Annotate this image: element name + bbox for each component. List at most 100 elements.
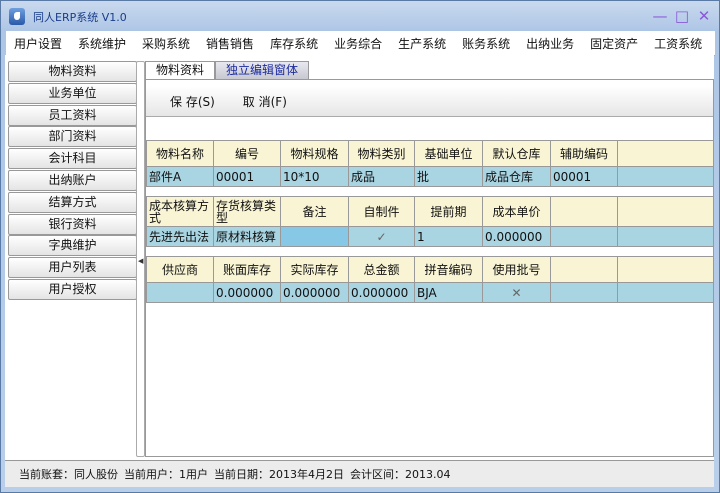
- category-field[interactable]: 成品: [348, 166, 415, 187]
- menu-production[interactable]: 生产系统: [390, 35, 454, 52]
- table-header-row: 供应商 账面库存 实际库存 总金额 拼音编码 使用批号: [146, 256, 714, 283]
- header-cell: 默认仓库: [482, 140, 551, 167]
- workspace: 物料资料 业务单位 员工资料 部门资料 会计科目 出纳账户 结算方式 银行资料 …: [5, 55, 714, 460]
- menu-purchase[interactable]: 采购系统: [134, 35, 198, 52]
- menu-system-maintenance[interactable]: 系统维护: [70, 35, 134, 52]
- menu-bar: 用户设置 系统维护 采购系统 销售销售 库存系统 业务综合 生产系统 账务系统 …: [6, 31, 715, 56]
- window-title: 同人ERP系统 V1.0: [33, 11, 127, 24]
- menu-payroll[interactable]: 工资系统: [646, 35, 710, 52]
- header-cell: [550, 256, 618, 283]
- save-button[interactable]: 保 存(S): [170, 93, 215, 110]
- unit-cost-field[interactable]: 0.000000: [482, 226, 551, 247]
- empty-cell: [617, 282, 714, 303]
- sidebar: 物料资料 业务单位 员工资料 部门资料 会计科目 出纳账户 结算方式 银行资料 …: [8, 61, 137, 301]
- status-bar: 当前账套：同人股份 当前用户：1用户 当前日期：2013年4月2日 会计区间：2…: [5, 460, 714, 487]
- close-icon[interactable]: ✕: [695, 7, 713, 25]
- total-amount-field[interactable]: 0.000000: [348, 282, 415, 303]
- sidebar-item-settlement[interactable]: 结算方式: [8, 191, 137, 213]
- lead-time-field[interactable]: 1: [414, 226, 483, 247]
- header-cell: 物料类别: [348, 140, 415, 167]
- header-cell: 提前期: [414, 196, 483, 227]
- sidebar-item-business-units[interactable]: 业务单位: [8, 82, 137, 104]
- splitter-handle[interactable]: ◀: [136, 61, 145, 457]
- table-header-row: 成本核算方式 存货核算类型 备注 自制件 提前期 成本单价: [146, 196, 714, 227]
- sidebar-item-employees[interactable]: 员工资料: [8, 104, 137, 126]
- status-date: 当前日期：2013年4月2日: [214, 468, 344, 481]
- header-cell: 物料规格: [280, 140, 349, 167]
- menu-fixed-assets[interactable]: 固定资产: [582, 35, 646, 52]
- header-cell: 基础单位: [414, 140, 483, 167]
- sidebar-item-materials[interactable]: 物料资料: [8, 61, 137, 82]
- header-cell: 辅助编码: [550, 140, 618, 167]
- material-basic-table: 物料名称 编号 物料规格 物料类别 基础单位 默认仓库 辅助编码 部件A 000…: [146, 140, 714, 187]
- empty-cell: [617, 226, 714, 247]
- menu-business[interactable]: 业务综合: [326, 35, 390, 52]
- header-cell: 自制件: [348, 196, 415, 227]
- sidebar-item-user-auth[interactable]: 用户授权: [8, 278, 137, 300]
- material-name-field[interactable]: 部件A: [146, 166, 214, 187]
- warehouse-field[interactable]: 成品仓库: [482, 166, 551, 187]
- header-cell: 供应商: [146, 256, 214, 283]
- header-cell: 实际库存: [280, 256, 349, 283]
- minimize-icon[interactable]: —: [651, 7, 669, 25]
- table-row: 0.000000 0.000000 0.000000 BJA ✕: [146, 282, 714, 303]
- menu-cashier[interactable]: 出纳业务: [518, 35, 582, 52]
- collapse-arrow-icon[interactable]: ◀: [138, 257, 143, 265]
- sidebar-item-dictionary[interactable]: 字典维护: [8, 235, 137, 257]
- header-cell: 账面库存: [213, 256, 281, 283]
- menu-accounting[interactable]: 账务系统: [454, 35, 518, 52]
- empty-cell: [550, 282, 618, 303]
- title-bar: 同人ERP系统 V1.0 — □ ✕: [1, 1, 719, 31]
- material-stock-table: 供应商 账面库存 实际库存 总金额 拼音编码 使用批号 0.000000 0.0…: [146, 256, 714, 303]
- edit-pane: 保 存(S) 取 消(F) 物料名称 编号 物料规格 物料类别 基础单位 默认仓…: [145, 79, 714, 457]
- unit-field[interactable]: 批: [414, 166, 483, 187]
- aux-code-field[interactable]: 00001: [550, 166, 618, 187]
- empty-cell: [550, 226, 618, 247]
- sidebar-item-cashier-accounts[interactable]: 出纳账户: [8, 169, 137, 191]
- menu-sales[interactable]: 销售销售: [198, 35, 262, 52]
- app-logo-icon: [9, 8, 25, 25]
- header-cell: [550, 196, 618, 227]
- cancel-button[interactable]: 取 消(F): [243, 93, 287, 110]
- empty-cell: [617, 166, 714, 187]
- inventory-type-field[interactable]: 原材料核算: [213, 226, 281, 247]
- actual-stock-field[interactable]: 0.000000: [280, 282, 349, 303]
- main-panel: 物料资料 独立编辑窗体 保 存(S) 取 消(F) 物料名称 编号 物料规格 物…: [145, 61, 714, 457]
- header-cell: 存货核算类型: [213, 196, 281, 227]
- header-cell: 使用批号: [482, 256, 551, 283]
- sidebar-item-departments[interactable]: 部门资料: [8, 126, 137, 148]
- header-cell: 成本核算方式: [146, 196, 214, 227]
- toolbar: 保 存(S) 取 消(F): [146, 86, 713, 117]
- material-cost-table: 成本核算方式 存货核算类型 备注 自制件 提前期 成本单价 先进先出法 原材料核…: [146, 196, 714, 247]
- menu-user-settings[interactable]: 用户设置: [6, 35, 70, 52]
- self-made-checkbox[interactable]: ✓: [348, 226, 415, 247]
- sidebar-item-accounts[interactable]: 会计科目: [8, 148, 137, 170]
- table-row: 先进先出法 原材料核算 ✓ 1 0.000000: [146, 226, 714, 247]
- pinyin-code-field[interactable]: BJA: [414, 282, 483, 303]
- header-cell: [617, 196, 714, 227]
- status-user: 当前用户：1用户: [124, 468, 208, 481]
- header-cell: 物料名称: [146, 140, 214, 167]
- status-account: 当前账套：同人股份: [19, 468, 118, 481]
- spec-field[interactable]: 10*10: [280, 166, 349, 187]
- status-period: 会计区间：2013.04: [350, 468, 451, 481]
- maximize-icon[interactable]: □: [673, 7, 691, 25]
- book-stock-field[interactable]: 0.000000: [213, 282, 281, 303]
- header-cell: 拼音编码: [414, 256, 483, 283]
- cost-method-field[interactable]: 先进先出法: [146, 226, 214, 247]
- header-cell: [617, 256, 714, 283]
- supplier-field[interactable]: [146, 282, 214, 303]
- header-cell: 总金额: [348, 256, 415, 283]
- table-header-row: 物料名称 编号 物料规格 物料类别 基础单位 默认仓库 辅助编码: [146, 140, 714, 167]
- header-cell: 备注: [280, 196, 349, 227]
- sidebar-item-banks[interactable]: 银行资料: [8, 213, 137, 235]
- tab-edit-window[interactable]: 独立编辑窗体: [215, 61, 310, 79]
- tab-materials[interactable]: 物料资料: [145, 61, 216, 79]
- header-cell: 编号: [213, 140, 281, 167]
- remark-field[interactable]: [280, 226, 349, 247]
- header-cell: [617, 140, 714, 167]
- menu-inventory[interactable]: 库存系统: [262, 35, 326, 52]
- use-batch-checkbox[interactable]: ✕: [482, 282, 551, 303]
- sidebar-item-user-list[interactable]: 用户列表: [8, 257, 137, 279]
- code-field[interactable]: 00001: [213, 166, 281, 187]
